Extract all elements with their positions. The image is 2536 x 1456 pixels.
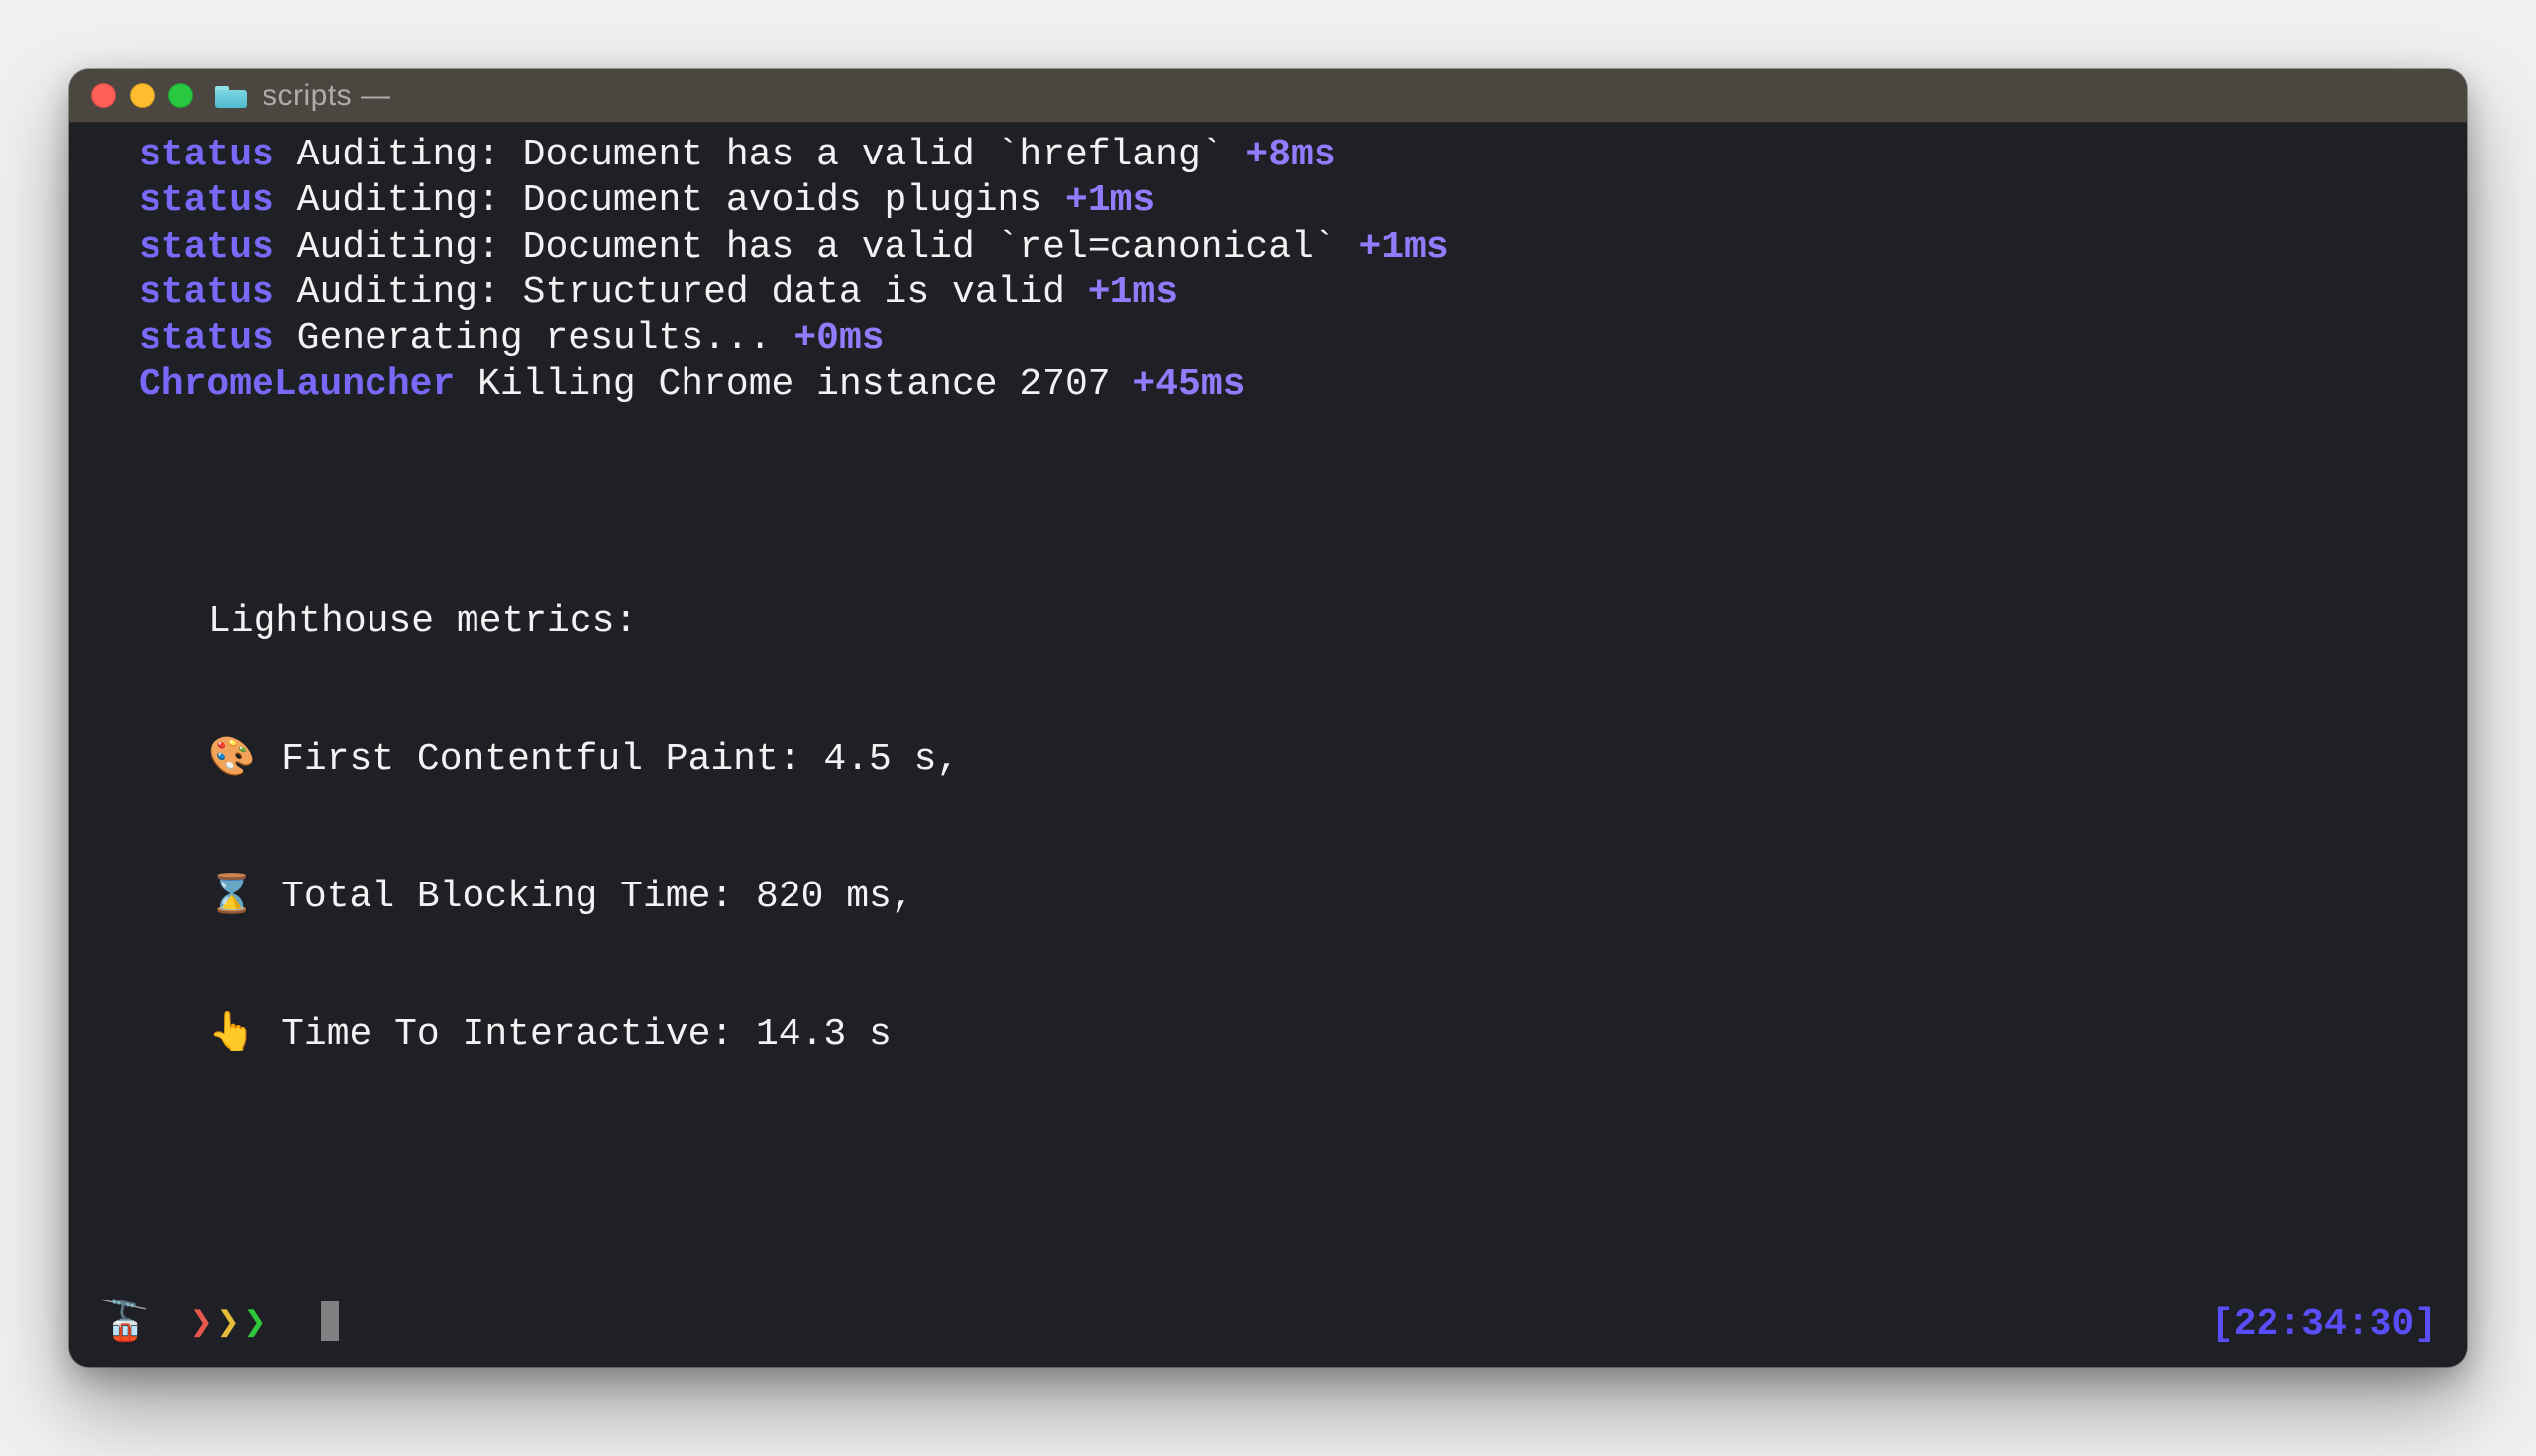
log-tag: status <box>139 271 274 314</box>
log-message: Auditing: Document has a valid `rel=cano… <box>297 226 1336 268</box>
log-line: status Auditing: Document has a valid `r… <box>139 225 2437 270</box>
metric-label: Total Blocking Time: <box>281 876 733 918</box>
clock: [22:34:30] <box>2211 1302 2437 1348</box>
minimize-window-button[interactable] <box>130 83 155 108</box>
log-tag: status <box>139 226 274 268</box>
metric-label: Time To Interactive: <box>281 1013 733 1056</box>
log-timing: +8ms <box>1245 134 1335 176</box>
log-line: ChromeLauncher Killing Chrome instance 2… <box>139 363 2437 408</box>
prompt-bar: 🚡 ❯❯❯ [22:34:30] <box>99 1301 2437 1349</box>
palette-icon: 🎨 <box>208 737 259 782</box>
cursor <box>321 1301 339 1341</box>
log-line: status Auditing: Document has a valid `h… <box>139 133 2437 178</box>
traffic-lights <box>91 83 193 108</box>
metric-row: 👆 Time To Interactive: 14.3 s <box>208 1012 2437 1058</box>
log-timing: +1ms <box>1065 179 1155 222</box>
log-message: Killing Chrome instance 2707 <box>477 364 1110 406</box>
prompt-chevrons: ❯❯❯ <box>190 1302 270 1348</box>
log-tag: ChromeLauncher <box>139 364 455 406</box>
metrics-block: Lighthouse metrics: 🎨 First Contentful P… <box>99 507 2437 1150</box>
metric-row: ⌛ Total Blocking Time: 820 ms, <box>208 875 2437 920</box>
log-timing: +1ms <box>1358 226 1448 268</box>
log-message: Generating results... <box>297 317 772 360</box>
metric-label: First Contentful Paint: <box>281 738 801 780</box>
folder-icon <box>215 84 247 108</box>
log-line: status Generating results... +0ms <box>139 316 2437 362</box>
terminal-body[interactable]: status Auditing: Document has a valid `h… <box>69 123 2467 1367</box>
log-timing: +0ms <box>793 317 884 360</box>
metric-value: 820 ms, <box>756 876 914 918</box>
metric-value: 4.5 s, <box>823 738 959 780</box>
window-title: scripts — <box>263 79 391 113</box>
zoom-window-button[interactable] <box>168 83 193 108</box>
log-tag: status <box>139 317 274 360</box>
log-message: Auditing: Document avoids plugins <box>297 179 1043 222</box>
metric-row: 🎨 First Contentful Paint: 4.5 s, <box>208 737 2437 782</box>
log-message: Auditing: Structured data is valid <box>297 271 1065 314</box>
log-message: Auditing: Document has a valid `hreflang… <box>297 134 1223 176</box>
metric-value: 14.3 s <box>756 1013 892 1056</box>
touch-icon: 👆 <box>208 1012 259 1058</box>
log-timing: +1ms <box>1088 271 1178 314</box>
log-output: status Auditing: Document has a valid `h… <box>99 133 2437 408</box>
aerial-tram-icon: 🚡 <box>99 1305 149 1345</box>
log-tag: status <box>139 134 274 176</box>
hourglass-icon: ⌛ <box>208 875 259 920</box>
metrics-heading: Lighthouse metrics: <box>208 599 2437 645</box>
log-line: status Auditing: Structured data is vali… <box>139 270 2437 316</box>
titlebar: scripts — <box>69 69 2467 123</box>
log-timing: +45ms <box>1132 364 1245 406</box>
terminal-window: scripts — status Auditing: Document has … <box>69 69 2467 1367</box>
log-tag: status <box>139 179 274 222</box>
close-window-button[interactable] <box>91 83 116 108</box>
log-line: status Auditing: Document avoids plugins… <box>139 178 2437 224</box>
command-input[interactable] <box>311 1301 339 1349</box>
